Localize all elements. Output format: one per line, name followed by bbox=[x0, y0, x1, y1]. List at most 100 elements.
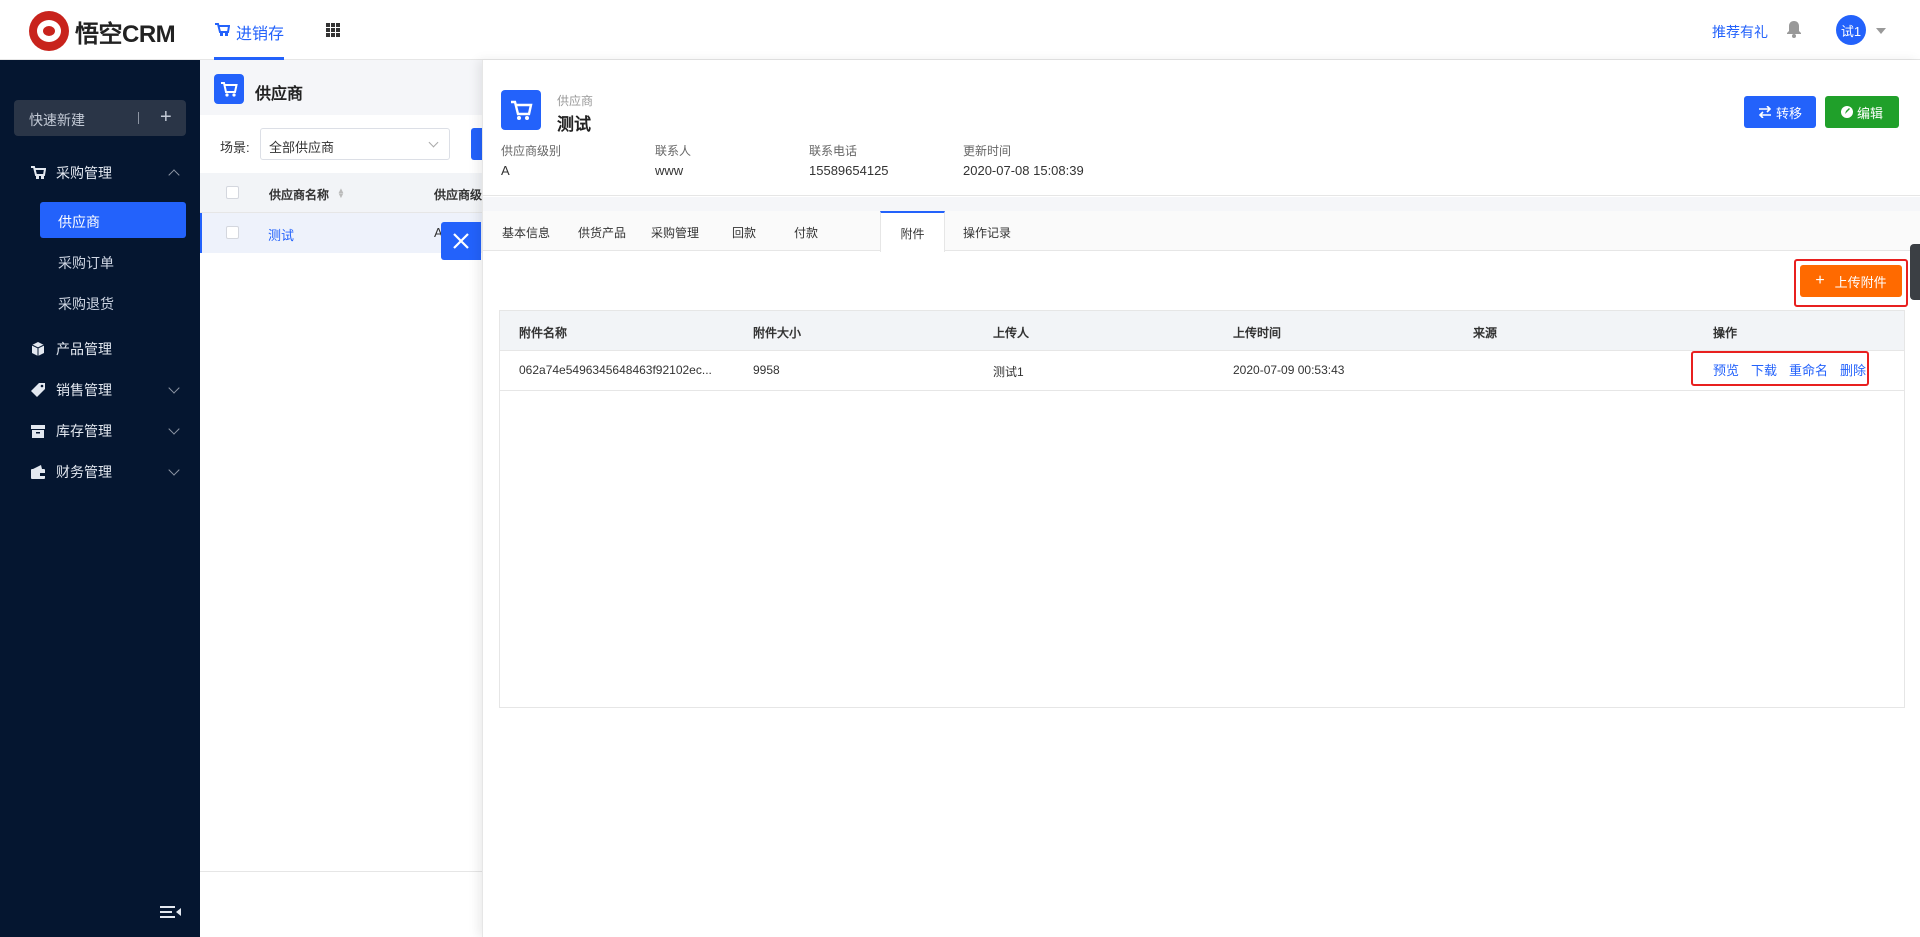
meta-level-value: A bbox=[501, 163, 510, 178]
recommend-link[interactable]: 推荐有礼 bbox=[1712, 22, 1768, 42]
table-row[interactable]: 测试 A bbox=[200, 213, 482, 253]
apps-grid-icon[interactable] bbox=[326, 23, 340, 37]
section-gap bbox=[483, 197, 1920, 211]
edit-icon bbox=[1840, 106, 1853, 118]
meta-phone-label: 联系电话 bbox=[809, 144, 858, 158]
wallet-icon bbox=[31, 465, 45, 479]
archive-icon bbox=[31, 425, 45, 438]
logo-text: 悟空CRM bbox=[75, 20, 176, 48]
delete-link[interactable]: 删除 bbox=[1840, 360, 1866, 379]
chevron-down-icon bbox=[168, 464, 180, 476]
supplier-list-panel: 供应商 场景: 全部供应商 供应商名称 ▲ ▼ 供应商级 测试 A bbox=[200, 60, 483, 937]
meta-contact-value: www bbox=[655, 163, 684, 178]
logo[interactable]: 悟空CRM bbox=[29, 11, 176, 51]
side-drawer-handle[interactable] bbox=[1910, 244, 1920, 300]
table-header: 供应商名称 ▲ ▼ 供应商级 bbox=[200, 173, 482, 213]
supplier-name-link[interactable]: 测试 bbox=[268, 225, 294, 244]
detail-header: 供应商 测试 转移 编辑 供应商级别 A 联系人 www 联系电话 155896… bbox=[483, 60, 1920, 196]
attachment-size-cell: 9958 bbox=[753, 363, 780, 377]
tab-attachments[interactable]: 附件 bbox=[880, 211, 945, 252]
attachment-name-cell: 062a74e5496345648463f92102ec... bbox=[519, 363, 712, 377]
sidebar-item-purchase[interactable]: 采购管理 bbox=[0, 155, 200, 191]
chevron-up-icon bbox=[168, 169, 180, 181]
meta-updated-value: 2020-07-08 15:08:39 bbox=[963, 163, 1084, 178]
tab-payments[interactable]: 付款 bbox=[773, 211, 839, 251]
sidebar-item-label: 销售管理 bbox=[56, 382, 112, 398]
bell-icon[interactable] bbox=[1786, 20, 1802, 38]
sidebar: 快速新建 + 采购管理 供应商 采购订单 采购退货 产品管理 销售管理 库存管理… bbox=[0, 60, 200, 937]
chevron-down-icon bbox=[168, 382, 180, 394]
top-bar: 悟空CRM 进销存 推荐有礼 试1 bbox=[0, 0, 1920, 60]
upload-label: 上传附件 bbox=[1834, 274, 1887, 290]
sidebar-item-product[interactable]: 产品管理 bbox=[0, 331, 200, 367]
preview-link[interactable]: 预览 bbox=[1713, 360, 1739, 379]
detail-title: 测试 bbox=[557, 115, 591, 134]
edit-label: 编辑 bbox=[1856, 105, 1883, 121]
download-link[interactable]: 下载 bbox=[1751, 360, 1777, 379]
tab-receipts[interactable]: 回款 bbox=[715, 211, 773, 251]
tab-supply-products[interactable]: 供货产品 bbox=[569, 211, 635, 251]
meta-updated-label: 更新时间 bbox=[963, 144, 1012, 158]
avatar[interactable]: 试1 bbox=[1836, 15, 1866, 45]
box-icon bbox=[31, 342, 45, 356]
chevron-down-icon bbox=[168, 423, 180, 435]
row-checkbox[interactable] bbox=[226, 226, 239, 239]
sidebar-item-label: 采购管理 bbox=[56, 165, 112, 181]
chevron-down-icon bbox=[428, 137, 439, 148]
attachment-uploader-cell: 测试1 bbox=[993, 365, 1024, 379]
sidebar-item-inventory[interactable]: 库存管理 bbox=[0, 413, 200, 449]
column-header-uploader: 上传人 bbox=[993, 326, 1030, 340]
transfer-label: 转移 bbox=[1775, 105, 1802, 121]
sidebar-item-label: 财务管理 bbox=[56, 464, 112, 480]
upload-attachment-button[interactable]: + 上传附件 bbox=[1800, 265, 1902, 297]
detail-tabs: 基本信息 供货产品 采购管理 回款 付款 附件 操作记录 bbox=[483, 211, 1920, 252]
sidebar-item-sales[interactable]: 销售管理 bbox=[0, 372, 200, 408]
tab-operation-log[interactable]: 操作记录 bbox=[948, 211, 1026, 251]
close-icon bbox=[453, 233, 469, 249]
sidebar-item-finance[interactable]: 财务管理 bbox=[0, 454, 200, 490]
meta-contact-label: 联系人 bbox=[655, 144, 692, 158]
cart-icon bbox=[501, 90, 541, 130]
column-header-name: 供应商名称 bbox=[269, 188, 330, 202]
column-header-source: 来源 bbox=[1473, 326, 1498, 340]
column-header-actions: 操作 bbox=[1713, 326, 1738, 340]
edit-button[interactable]: 编辑 bbox=[1825, 96, 1899, 128]
chevron-down-icon[interactable] bbox=[1876, 28, 1886, 34]
sidebar-item-purchase-order[interactable]: 采购订单 bbox=[40, 243, 186, 279]
column-header-size: 附件大小 bbox=[753, 326, 802, 340]
cart-icon bbox=[31, 166, 46, 179]
column-header-name: 附件名称 bbox=[519, 326, 568, 340]
attachment-time-cell: 2020-07-09 00:53:43 bbox=[1233, 363, 1345, 377]
nav-inventory-tab[interactable]: 进销存 bbox=[214, 0, 285, 60]
plus-icon: + bbox=[1815, 272, 1825, 289]
column-header-level: 供应商级 bbox=[434, 188, 483, 202]
supplier-list-card: 供应商 场景: 全部供应商 供应商名称 ▲ ▼ 供应商级 测试 A bbox=[200, 60, 483, 937]
table-header: 附件名称 附件大小 上传人 上传时间 来源 操作 bbox=[500, 311, 1904, 351]
scene-label: 场景: bbox=[220, 140, 250, 155]
close-button[interactable] bbox=[441, 222, 481, 260]
scene-select[interactable]: 全部供应商 bbox=[260, 128, 450, 160]
plus-icon: + bbox=[160, 106, 172, 128]
transfer-button[interactable]: 转移 bbox=[1744, 96, 1816, 128]
quick-new-label: 快速新建 bbox=[29, 112, 85, 128]
tab-purchase[interactable]: 采购管理 bbox=[635, 211, 715, 251]
divider bbox=[138, 112, 139, 124]
sidebar-item-purchase-return[interactable]: 采购退货 bbox=[40, 284, 186, 320]
transfer-icon bbox=[1758, 106, 1772, 118]
sidebar-item-label: 产品管理 bbox=[56, 341, 112, 357]
supplier-detail-panel: 供应商 测试 转移 编辑 供应商级别 A 联系人 www 联系电话 155896… bbox=[482, 60, 1920, 937]
detail-type-label: 供应商 bbox=[557, 94, 594, 108]
list-header: 供应商 bbox=[200, 60, 482, 115]
quick-new-button[interactable]: 快速新建 + bbox=[14, 100, 186, 136]
rename-link[interactable]: 重命名 bbox=[1789, 360, 1828, 379]
sidebar-item-label: 库存管理 bbox=[56, 423, 112, 439]
sidebar-item-supplier[interactable]: 供应商 bbox=[40, 202, 186, 238]
scene-value: 全部供应商 bbox=[269, 140, 335, 155]
select-all-checkbox[interactable] bbox=[226, 186, 239, 199]
tab-basic-info[interactable]: 基本信息 bbox=[483, 211, 569, 251]
sort-icon[interactable]: ▲ ▼ bbox=[337, 187, 345, 200]
tag-icon bbox=[31, 383, 45, 397]
nav-inventory-label: 进销存 bbox=[236, 26, 285, 43]
divider bbox=[200, 871, 482, 872]
collapse-menu-icon[interactable] bbox=[160, 904, 182, 920]
